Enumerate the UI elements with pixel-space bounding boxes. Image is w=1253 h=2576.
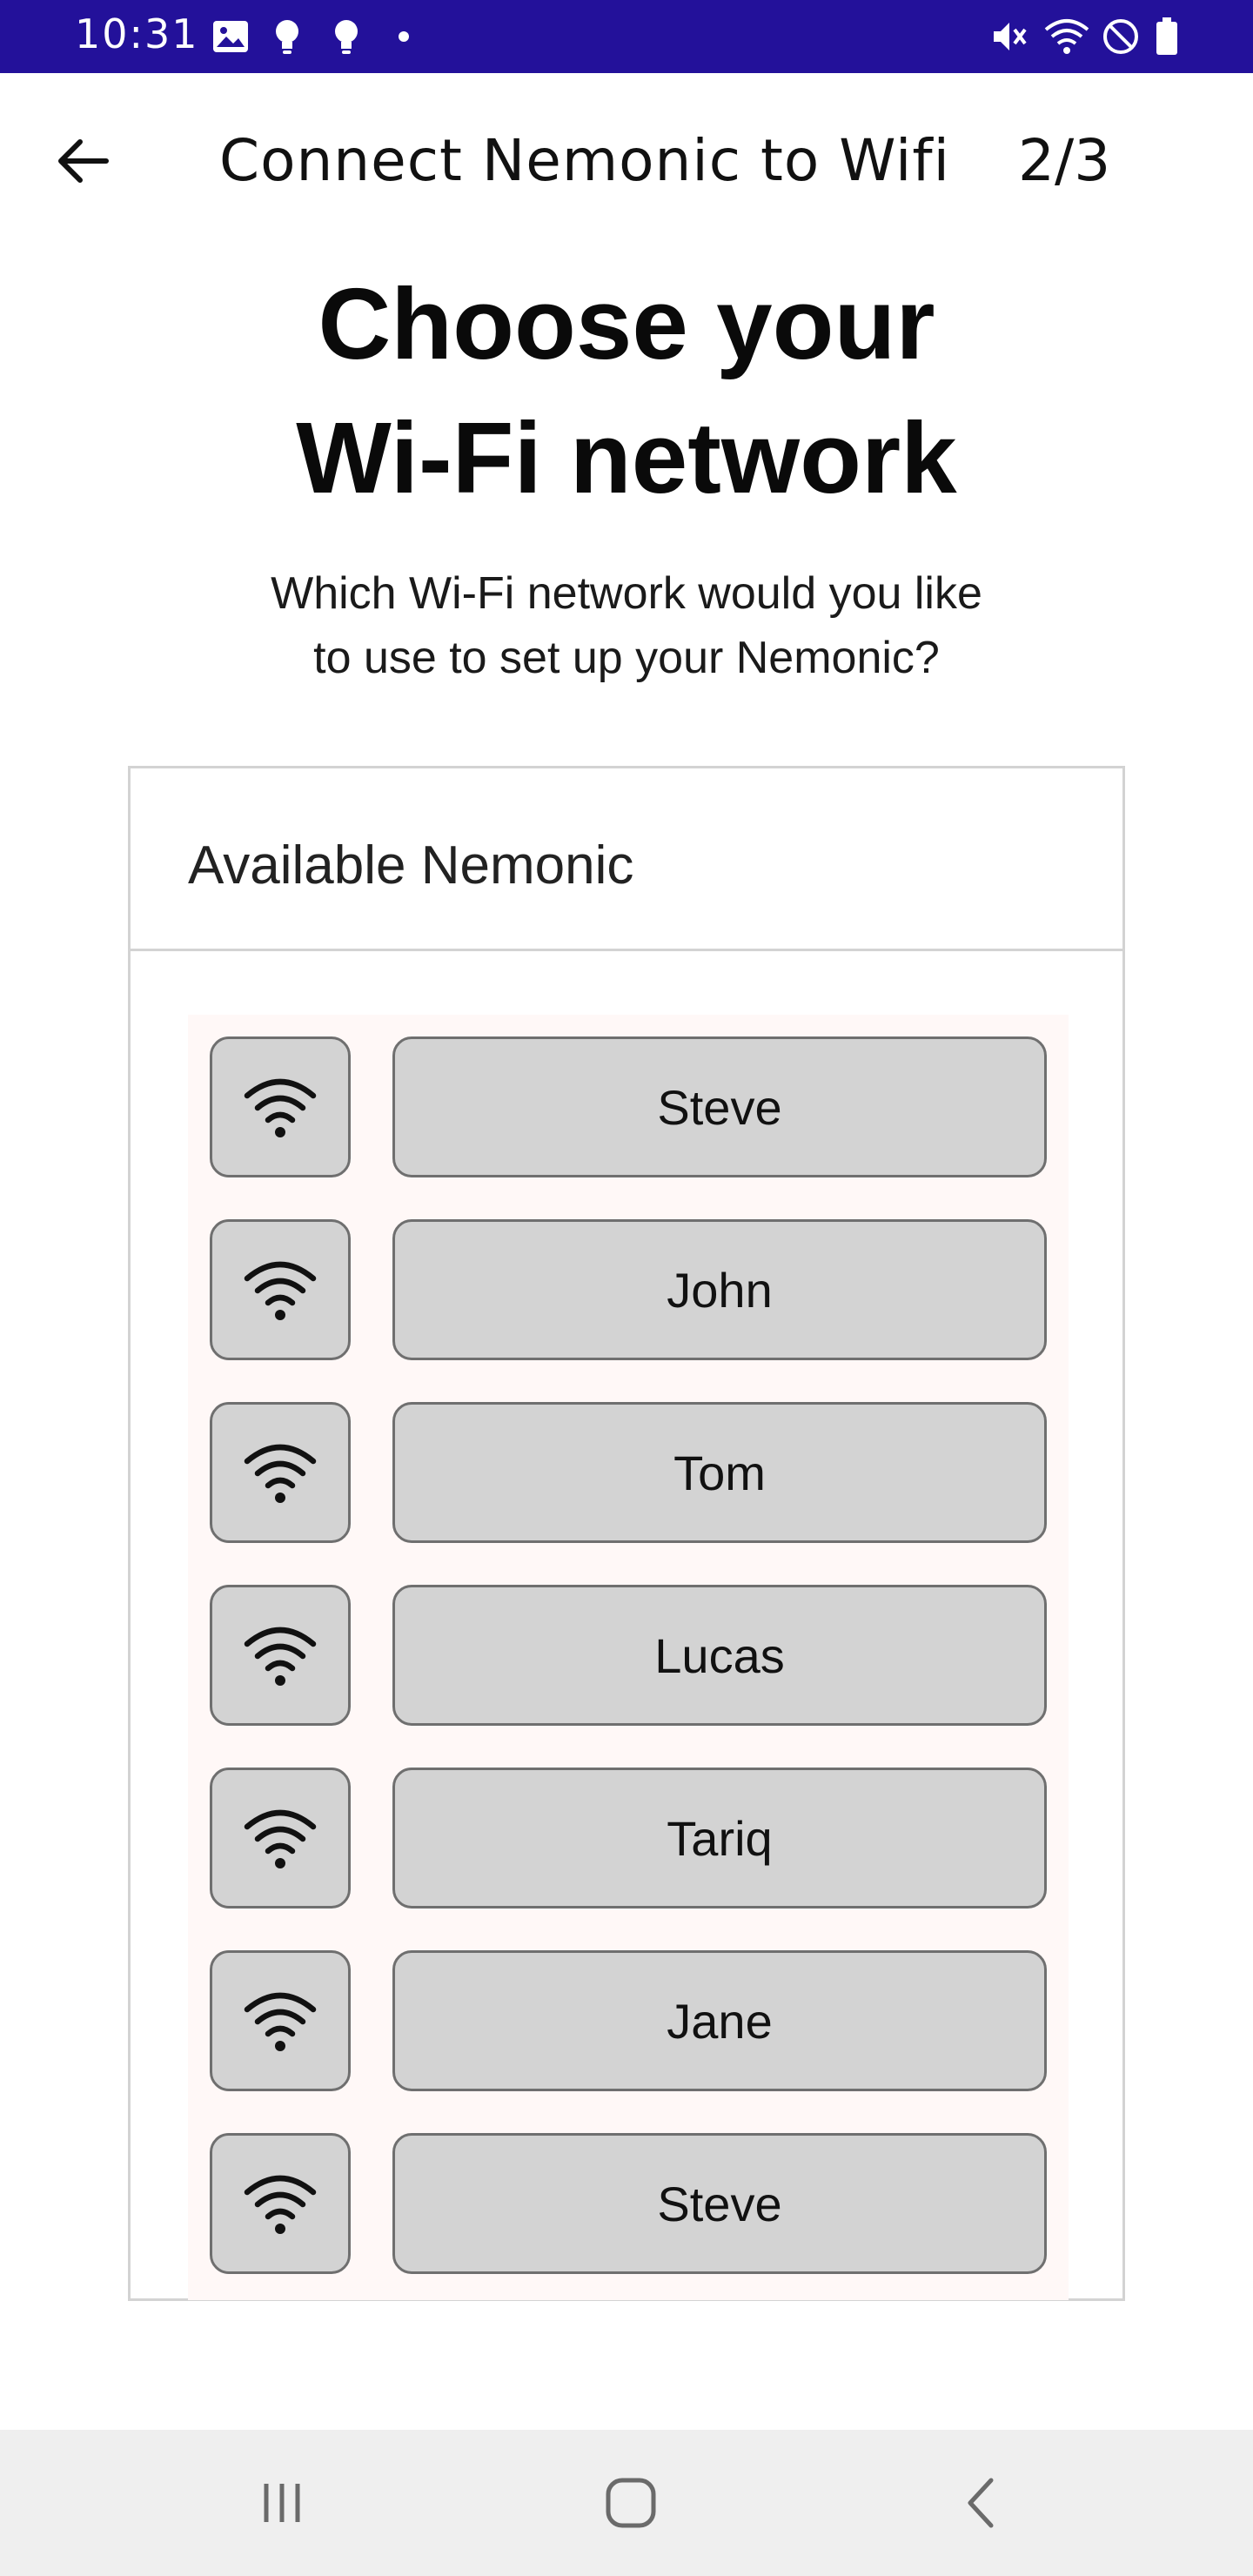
network-row[interactable]: Steve <box>210 1036 1047 1177</box>
network-name-button[interactable]: Tom <box>392 1402 1047 1543</box>
subtitle-line-1: Which Wi-Fi network would you like <box>271 568 982 619</box>
wifi-signal-button[interactable] <box>210 1950 351 2091</box>
network-name-button[interactable]: Steve <box>392 1036 1047 1177</box>
recents-icon <box>264 2484 300 2522</box>
card-header: Available Nemonic <box>131 768 1122 951</box>
lightbulb-icon <box>276 20 298 54</box>
home-button[interactable] <box>579 2459 683 2546</box>
lightbulb-icon <box>335 20 358 54</box>
heading-line-1: Choose your <box>318 267 935 380</box>
home-icon <box>606 2478 656 2528</box>
page-title: Connect Nemonic to Wifi <box>219 127 950 194</box>
wifi-icon <box>244 1444 317 1503</box>
network-row[interactable]: Lucas <box>210 1585 1047 1726</box>
wifi-icon <box>244 1627 317 1686</box>
available-nemonic-card: Available Nemonic Steve John Tom Lucas Tariq… <box>128 766 1125 2301</box>
screen-subtitle: Which Wi-Fi network would you like to us… <box>0 561 1253 690</box>
network-list[interactable]: Steve John Tom Lucas Tariq Jane Steve <box>188 1015 1069 2300</box>
battery-icon <box>1156 17 1177 55</box>
wifi-icon <box>244 1261 317 1320</box>
wifi-signal-button[interactable] <box>210 1585 351 1726</box>
chevron-left-icon <box>968 2478 994 2528</box>
network-row[interactable]: Jane <box>210 1950 1047 2091</box>
network-name-button[interactable]: John <box>392 1219 1047 1360</box>
arrow-left-icon <box>58 139 109 183</box>
wifi-signal-button[interactable] <box>210 1402 351 1543</box>
network-name-button[interactable]: Steve <box>392 2133 1047 2274</box>
image-icon <box>213 21 248 52</box>
heading-line-2: Wi-Fi network <box>296 401 957 514</box>
screen-heading: Choose your Wi-Fi network <box>0 257 1253 525</box>
status-bar: 10:31 <box>0 0 1253 73</box>
network-row[interactable]: Tariq <box>210 1768 1047 1909</box>
navigation-bar <box>0 2430 1253 2576</box>
network-row[interactable]: John <box>210 1219 1047 1360</box>
wifi-icon <box>244 1992 317 2051</box>
wifi-signal-button[interactable] <box>210 1036 351 1177</box>
wifi-icon <box>244 1809 317 1868</box>
system-back-button[interactable] <box>929 2459 1034 2546</box>
network-row[interactable]: Steve <box>210 2133 1047 2274</box>
card-title: Available Nemonic <box>188 835 634 896</box>
wifi-icon <box>1044 19 1089 54</box>
network-name-button[interactable]: Jane <box>392 1950 1047 2091</box>
dot-icon <box>399 31 409 42</box>
status-time: 10:31 <box>75 10 199 57</box>
back-button[interactable] <box>44 122 122 200</box>
do-not-disturb-icon <box>1103 19 1138 54</box>
network-row[interactable]: Tom <box>210 1402 1047 1543</box>
wifi-signal-button[interactable] <box>210 2133 351 2274</box>
network-name-button[interactable]: Tariq <box>392 1768 1047 1909</box>
wifi-icon <box>244 2175 317 2234</box>
wifi-signal-button[interactable] <box>210 1768 351 1909</box>
recents-button[interactable] <box>230 2459 334 2546</box>
subtitle-line-2: to use to set up your Nemonic? <box>313 633 940 683</box>
network-name-button[interactable]: Lucas <box>392 1585 1047 1726</box>
wifi-icon <box>244 1078 317 1137</box>
wifi-signal-button[interactable] <box>210 1219 351 1360</box>
mute-icon <box>994 23 1027 50</box>
step-indicator: 2/3 <box>1018 127 1111 194</box>
